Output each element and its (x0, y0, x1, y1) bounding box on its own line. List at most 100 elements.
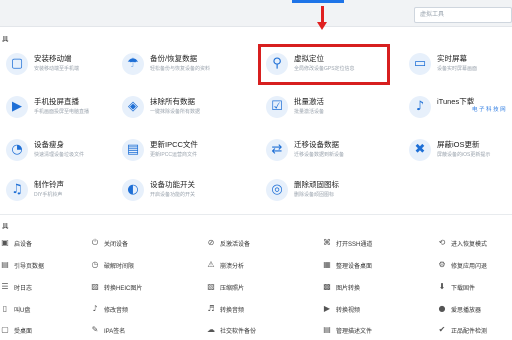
common-tool-label: 压缩照片 (220, 286, 245, 292)
active-tab-indicator (292, 0, 344, 3)
watermark: 电 子 科 技 网 (470, 104, 508, 114)
tool-card[interactable]: ◈ 抹除所有数据 一键抹除设备所有数据 (122, 93, 252, 127)
tool-description: 安装移动端至手机端 (34, 66, 80, 72)
ssh-icon: ⌘ (323, 238, 331, 247)
section-divider (0, 214, 512, 215)
erase-icon: ◈ (122, 96, 144, 118)
tool-description: 一键抹除设备所有数据 (150, 109, 201, 115)
tool-title: 安装移动端 (34, 54, 72, 63)
common-tool-label: 修改音频 (104, 308, 129, 314)
tool-card[interactable]: ◔ 设备瘦身快速清理设备垃圾文件 (6, 136, 136, 170)
common-tool-label: 反激活设备 (220, 242, 251, 248)
tool-description: 屏蔽设备的iOS更新提示 (437, 152, 491, 158)
red-arrow-shaft (321, 6, 324, 23)
common-tool-label: 正品配件检测 (451, 329, 488, 335)
tool-title: 制作铃声 (34, 180, 64, 189)
tool-card[interactable]: ▭ 实时屏幕设备实时屏幕画面 (409, 50, 512, 84)
tool-title: 屏蔽iOS更新 (437, 140, 480, 149)
tool-title: 更新IPCC文件 (150, 140, 198, 149)
red-arrow-head-icon (317, 22, 327, 30)
common-tool-label: 下载固件 (451, 286, 476, 292)
tool-card[interactable]: ⇄ 迁移设备数据 迁移设备数据到新设备 (266, 136, 396, 170)
common-tool-label: 破解时间限 (104, 264, 135, 270)
cast-icon: ▶ (6, 96, 28, 118)
delete-icon-icon: ◎ (266, 179, 288, 201)
tool-card[interactable]: ▢ 安装移动端安装移动端至手机端 (6, 50, 136, 84)
common-tool-label: 叫U盘 (14, 308, 31, 314)
desktop-arrange-icon: ▦ (323, 260, 331, 269)
tool-card[interactable]: ◐ 设备功能开关 开启设备功能的开关 (122, 176, 252, 210)
common-tool-label: 时日志 (14, 286, 33, 292)
tool-card[interactable]: ▤ 更新IPCC文件 更新IPCC运营商文件 (122, 136, 252, 170)
guide-data-icon: ▤ (1, 260, 9, 269)
common-tool-label: 崩溃分析 (220, 264, 245, 270)
common-tool-label: 整理设备桌面 (336, 264, 373, 270)
tool-description: 迁移设备数据到新设备 (294, 152, 345, 158)
common-tool-label: 修复应用闪退 (451, 264, 488, 270)
heic-convert-icon: ▨ (91, 282, 99, 291)
tool-description: 快速清理设备垃圾文件 (34, 152, 85, 158)
batch-activate-icon: ☑ (266, 96, 288, 118)
tool-card[interactable]: ♫ 制作铃声 DIY手机铃声 (6, 176, 136, 210)
video-convert-icon: ▶ (323, 304, 331, 313)
time-limit-icon: ◷ (91, 260, 99, 269)
common-tool-label: 关闭设备 (104, 242, 129, 248)
tool-title: 删除顽固图标 (294, 180, 339, 189)
search-input[interactable]: 虚拟工具 (414, 7, 512, 23)
tool-description: 更新IPCC运营商文件 (150, 152, 197, 158)
tool-card[interactable]: ✖ 屏蔽iOS更新屏蔽设备的iOS更新提示 (409, 136, 512, 170)
desktop-icon: ▢ (1, 325, 9, 334)
tool-description: 轻松备份与恢复设备的资料 (150, 66, 211, 72)
tool-title: 设备瘦身 (34, 140, 64, 149)
tools-section-title: 具 (2, 36, 9, 43)
social-backup-icon: ☁ (207, 325, 215, 334)
migrate-icon: ⇄ (266, 139, 288, 161)
umbrella-backup-icon: ☂ (122, 53, 144, 75)
tool-description: DIY手机铃声 (34, 192, 63, 198)
itunes-icon: ♪ (409, 96, 431, 118)
common-section-title: 具 (2, 223, 9, 230)
tool-card[interactable]: ☑ 批量激活 批量激活设备 (266, 93, 396, 127)
tool-title: 设备功能开关 (150, 180, 195, 189)
image-convert-icon: ▩ (323, 282, 331, 291)
mobile-install-icon: ▢ (6, 53, 28, 75)
audio-edit-icon: ♪ (92, 304, 98, 313)
tool-card[interactable]: ▶ 手机投屏直播 手机画面投屏至电脑直播 (6, 93, 136, 127)
tool-card[interactable]: ◎ 删除顽固图标 删除设备顽固图标 (266, 176, 396, 210)
common-tool-label: 受桌面 (14, 329, 33, 335)
common-tool-label: 图片转换 (336, 286, 361, 292)
common-tool-label: 引导页数据 (14, 264, 45, 270)
common-tool-label: 转换视频 (336, 308, 361, 314)
ipcc-file-icon: ▤ (122, 139, 144, 161)
profile-manage-icon: ▤ (323, 325, 331, 334)
common-tool-label: 转换音频 (220, 308, 245, 314)
log-icon: ☰ (1, 282, 9, 291)
tool-description: 设备实时屏幕画面 (437, 66, 478, 72)
compress-photo-icon: ▧ (207, 282, 215, 291)
audio-convert-icon: ♬ (207, 304, 215, 313)
download-firmware-icon: ⬇ (438, 282, 446, 291)
block-update-icon: ✖ (409, 139, 431, 161)
slim-icon: ◔ (6, 139, 28, 161)
tool-card[interactable]: ☂ 备份/恢复数据 轻松备份与恢复设备的资料 (122, 50, 252, 84)
recovery-mode-icon: ⟲ (438, 238, 446, 247)
ipa-sign-icon: ✎ (91, 325, 99, 334)
usb-icon: ▯ (2, 304, 8, 313)
tool-title: 抹除所有数据 (150, 97, 195, 106)
tool-title: 批量激活 (294, 97, 324, 106)
top-bar: 虚拟工具 (0, 0, 512, 27)
common-tool-label: 社交软件备份 (220, 329, 257, 335)
restart-device-icon: ▣ (1, 238, 9, 247)
realtime-screen-icon: ▭ (409, 53, 431, 75)
player-icon: ● (438, 304, 446, 313)
common-tool-label: IPA签名 (104, 329, 126, 335)
fix-crash-icon: ⚙ (438, 260, 446, 269)
tool-description: 开启设备功能的开关 (150, 192, 196, 198)
power-off-icon: ⏻ (91, 238, 99, 247)
common-tool-label: 启设备 (14, 242, 33, 248)
tool-title: 实时屏幕 (437, 54, 467, 63)
tool-title: 迁移设备数据 (294, 140, 339, 149)
common-tool-label: 转换HEIC图片 (104, 286, 143, 292)
ringtone-icon: ♫ (6, 179, 28, 201)
tool-description: 手机画面投屏至电脑直播 (34, 109, 90, 115)
